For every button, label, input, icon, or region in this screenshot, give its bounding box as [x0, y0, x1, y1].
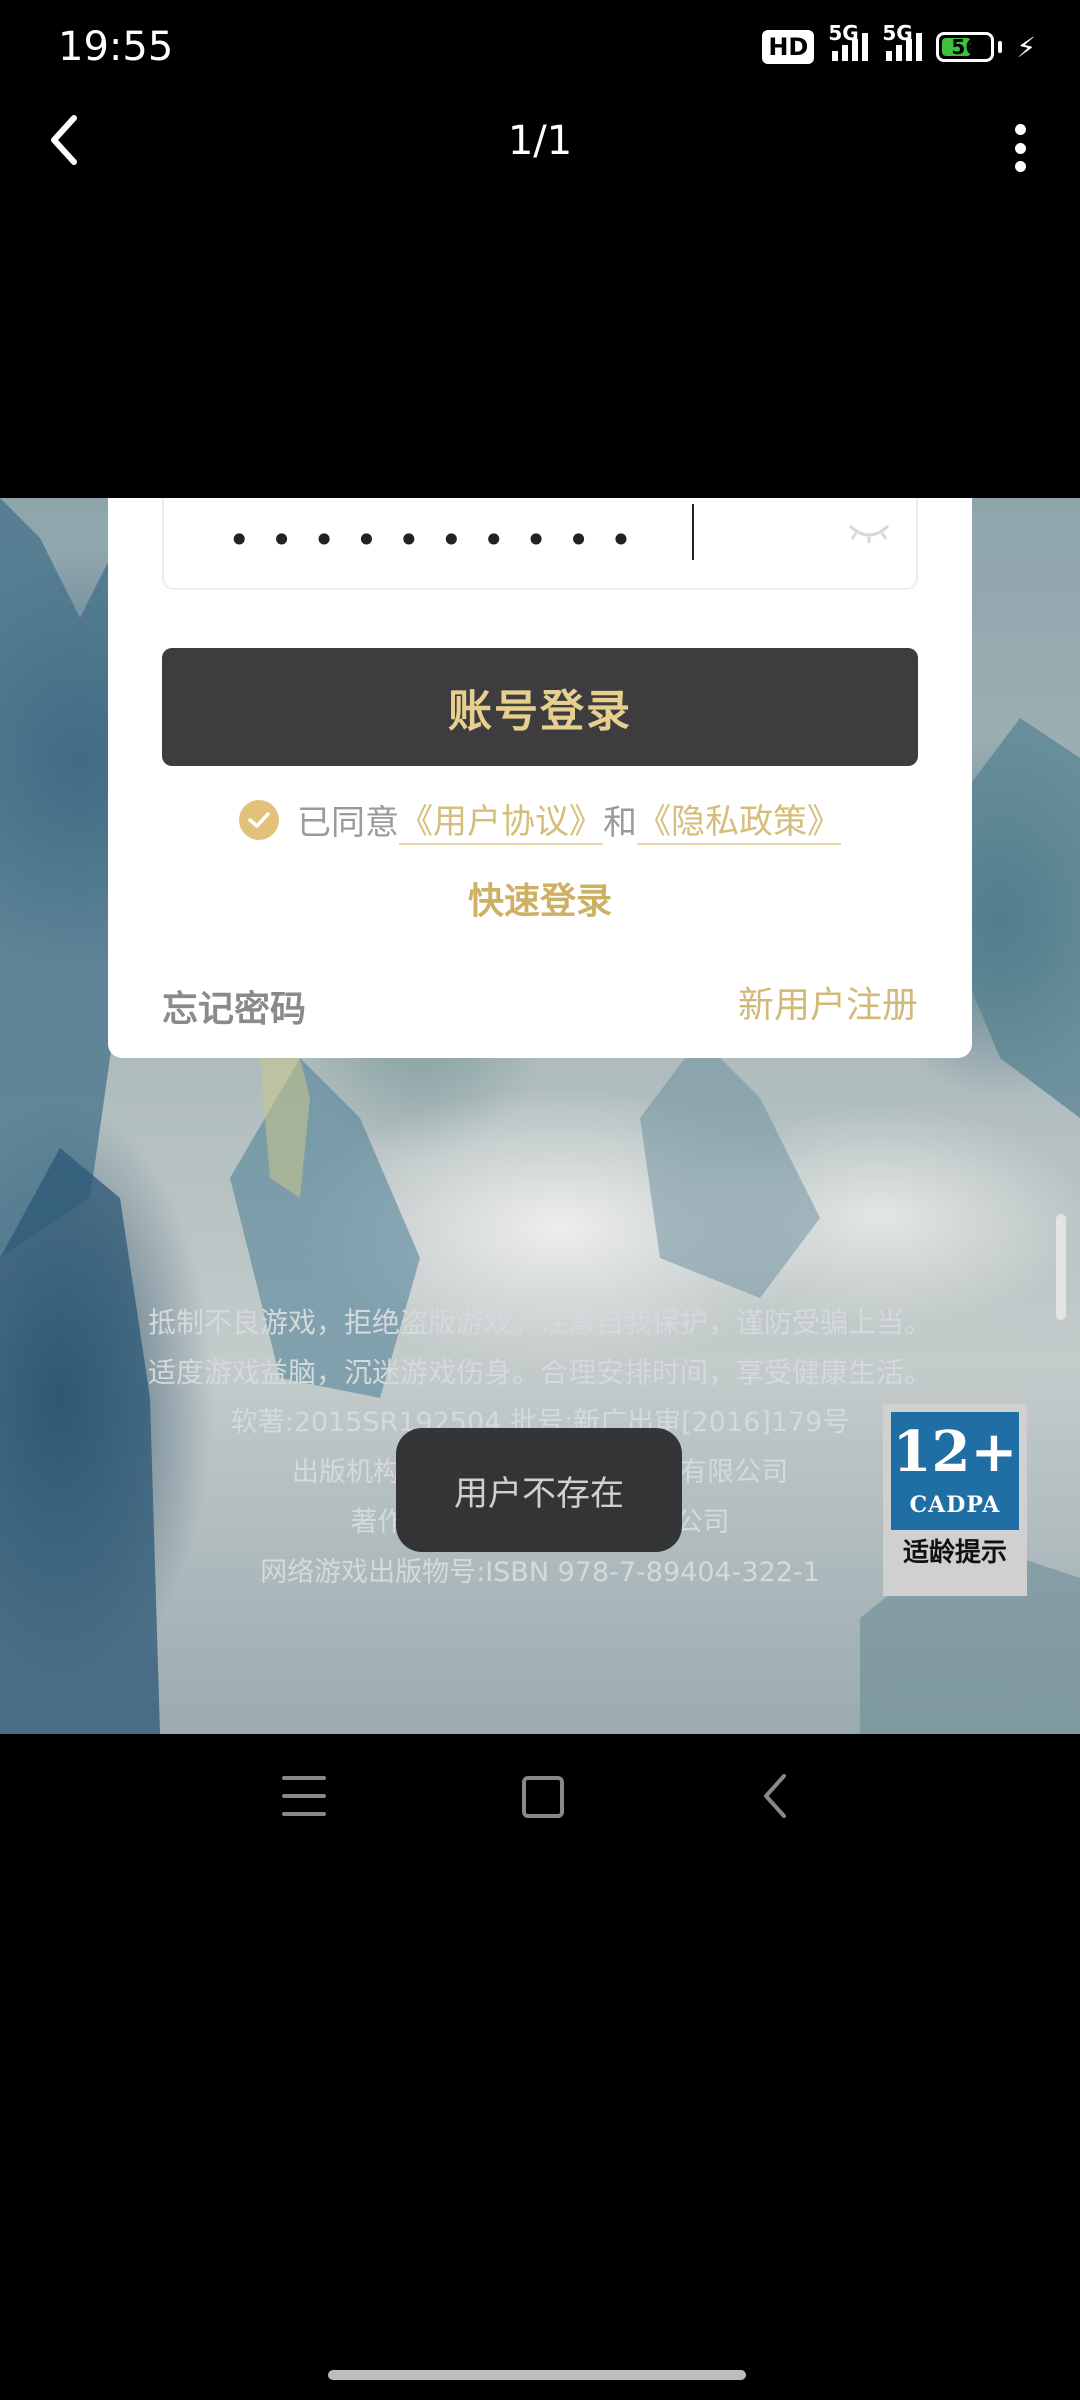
eye-closed-icon[interactable]: [846, 516, 892, 546]
battery-tip: [998, 41, 1003, 53]
password-value: ••••••••••: [228, 518, 653, 562]
age-hint-label: 适龄提示: [902, 1538, 1007, 1568]
rating-org: CADPA: [909, 1492, 1001, 1518]
age-rating-badge[interactable]: 12+ CADPA 适龄提示: [883, 1404, 1027, 1596]
scrollbar[interactable]: [1056, 1214, 1066, 1320]
password-field[interactable]: ••••••••••: [162, 498, 918, 590]
health-notice-line-2: 适度游戏益脑，沉迷游戏伤身。合理安排时间，享受健康生活。: [147, 1356, 932, 1389]
home-indicator[interactable]: [328, 2370, 746, 2380]
menu-icon: [282, 1776, 326, 1780]
more-options-button[interactable]: [1000, 118, 1040, 178]
network-type-label-2: 5G: [882, 21, 913, 45]
home-button[interactable]: [522, 1776, 564, 1818]
recent-apps-button[interactable]: [282, 1776, 326, 1816]
forgot-password-link[interactable]: 忘记密码: [162, 980, 306, 1032]
network-type-label: 5G: [828, 21, 859, 45]
screenshot-image: •••••••••• 账号登录 已同意 《用户协议》 和 《隐私政策》 快速登录…: [0, 498, 1080, 1734]
privacy-policy-link[interactable]: 《隐私政策》: [637, 794, 841, 845]
checkbox-checked-icon[interactable]: [239, 799, 279, 840]
health-notice-line-1: 抵制不良游戏，拒绝盗版游戏。注意自我保护，谨防受骗上当。: [147, 1306, 932, 1339]
user-agreement-link[interactable]: 《用户协议》: [399, 794, 603, 845]
status-bar: 19:55 HD 5G 5G 56 ⚡: [0, 0, 1080, 104]
agreement-row: 已同意 《用户协议》 和 《隐私政策》: [108, 794, 972, 845]
account-login-button[interactable]: 账号登录: [162, 648, 918, 766]
charging-icon: ⚡: [1016, 30, 1036, 64]
battery-icon: 56: [936, 32, 995, 62]
text-caret: [692, 504, 694, 560]
more-vertical-icon: [1014, 124, 1026, 135]
age-rating: 12+: [892, 1419, 1018, 1485]
login-card: •••••••••• 账号登录 已同意 《用户协议》 和 《隐私政策》 快速登录…: [108, 498, 972, 1058]
signal-icon: 5G: [828, 21, 869, 61]
error-toast: 用户不存在: [396, 1428, 682, 1552]
register-link[interactable]: 新用户注册: [738, 976, 918, 1028]
signal-icon-2: 5G: [882, 21, 923, 61]
agree-prefix: 已同意: [297, 803, 399, 843]
quick-login-link[interactable]: 快速登录: [108, 872, 972, 924]
agree-and: 和: [603, 803, 637, 843]
hd-voice-icon: HD: [762, 30, 815, 64]
battery-level: 56: [951, 35, 980, 59]
page-counter: 1/1: [507, 118, 573, 164]
chevron-left-icon: [764, 1774, 786, 1818]
status-icons: HD 5G 5G 56 ⚡: [762, 21, 1036, 64]
system-back-button[interactable]: [756, 1768, 796, 1824]
status-time: 19:55: [58, 24, 174, 70]
